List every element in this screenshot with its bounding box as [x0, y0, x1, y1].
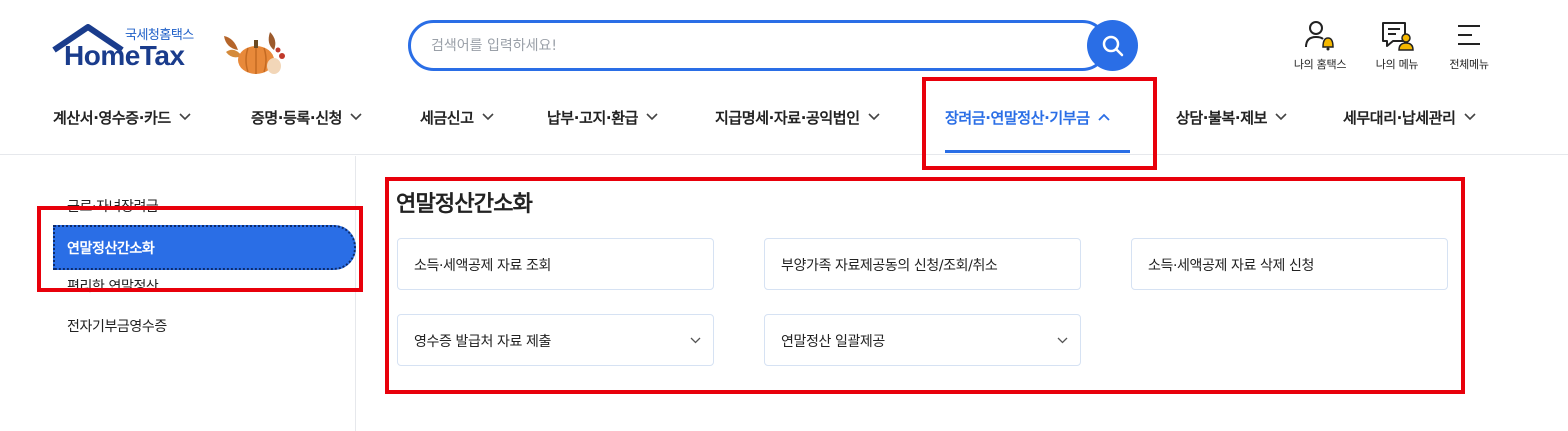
sidebar-item-simplified-service[interactable]: 연말정산간소화 [53, 225, 356, 270]
sidebar-item-donation-receipt[interactable]: 전자기부금영수증 [67, 316, 167, 336]
active-tab-underline [945, 150, 1130, 153]
chevron-down-icon [1463, 113, 1476, 121]
user-bell-icon [1305, 21, 1334, 51]
gnb-item-receipts[interactable]: 계산서·영수증·카드 [53, 102, 191, 132]
gnb-item-label: 납부·고지·환급 [547, 108, 638, 127]
chevron-down-icon [1057, 337, 1068, 344]
chevron-down-icon [179, 113, 191, 121]
menu-card-deduction-lookup[interactable]: 소득·세액공제 자료 조회 [397, 238, 714, 290]
my-menu-label: 나의 메뉴 [1375, 58, 1419, 71]
search-button[interactable] [1087, 20, 1138, 71]
site-header: 국세청홈택스 HomeTax 검색어를 입력하세요! 나의 홈택스 나의 메뉴 … [0, 0, 1568, 155]
card-label: 소득·세액공제 자료 삭제 신청 [1148, 258, 1314, 274]
chevron-down-icon [482, 113, 494, 121]
logo-title: HomeTax [64, 40, 185, 71]
search-icon [1102, 35, 1123, 56]
chevron-down-icon [646, 113, 658, 121]
search-box [408, 20, 1108, 71]
gnb-item-label: 상담·불복·제보 [1176, 108, 1267, 127]
hamburger-icon [1458, 25, 1480, 45]
sidebar-item-earned-income-credit[interactable]: 근로·자녀장려금 [67, 196, 159, 216]
sidebar: 근로·자녀장려금 연말정산간소화 편리한 연말정산 전자기부금영수증 [0, 156, 356, 431]
menu-card-deduction-delete[interactable]: 소득·세액공제 자료 삭제 신청 [1131, 238, 1448, 290]
gnb-item-label: 세금신고 [420, 108, 474, 127]
chevron-down-icon [868, 113, 880, 121]
chevron-up-icon [1097, 113, 1110, 121]
gnb-item-consultation[interactable]: 상담·불복·제보 [1176, 102, 1287, 132]
menu-card-bulk-provision[interactable]: 연말정산 일괄제공 [764, 314, 1081, 366]
card-label: 부양가족 자료제공동의 신청/조회/취소 [781, 258, 998, 274]
menu-card-receipt-submission[interactable]: 영수증 발급처 자료 제출 [397, 314, 714, 366]
gnb-item-label: 증명·등록·신청 [251, 108, 342, 127]
gnb-item-label: 계산서·영수증·카드 [53, 108, 171, 127]
gnb-item-label: 세무대리·납세관리 [1343, 108, 1456, 127]
autumn-pumpkin-icon [224, 32, 285, 74]
menu-card-dependent-consent[interactable]: 부양가족 자료제공동의 신청/조회/취소 [764, 238, 1081, 290]
sidebar-item-label: 연말정산간소화 [67, 241, 155, 257]
gnb-item-tax-return[interactable]: 세금신고 [420, 102, 494, 132]
page-title: 연말정산간소화 [396, 192, 533, 217]
all-menu-button[interactable]: 전체메뉴 [1429, 18, 1509, 72]
gnb-item-certificates[interactable]: 증명·등록·신청 [251, 102, 362, 132]
my-menu-button[interactable]: 나의 메뉴 [1357, 18, 1437, 72]
chevron-down-icon [350, 113, 362, 121]
gnb-item-label: 장려금·연말정산·기부금 [945, 108, 1090, 127]
search-input[interactable] [431, 35, 1071, 57]
chevron-down-icon [1275, 113, 1287, 121]
gnb-item-statements[interactable]: 지급명세·자료·공익법인 [715, 102, 880, 132]
all-menu-label: 전체메뉴 [1449, 58, 1489, 71]
my-hometax-button[interactable]: 나의 홈택스 [1280, 18, 1360, 72]
gnb-item-label: 지급명세·자료·공익법인 [715, 108, 860, 127]
card-label: 연말정산 일괄제공 [781, 334, 885, 350]
my-hometax-label: 나의 홈택스 [1293, 58, 1347, 71]
sidebar-item-convenient-settlement[interactable]: 편리한 연말정산 [67, 276, 159, 296]
chevron-down-icon [690, 337, 701, 344]
gnb-item-tax-agent[interactable]: 세무대리·납세관리 [1343, 102, 1476, 132]
global-nav: 계산서·영수증·카드 증명·등록·신청 세금신고 납부·고지·환급 지급명세·자… [0, 92, 1568, 154]
user-list-icon [1382, 22, 1414, 51]
hometax-logo[interactable]: 국세청홈택스 HomeTax [52, 20, 292, 76]
gnb-item-year-end-settlement[interactable]: 장려금·연말정산·기부금 [945, 102, 1110, 132]
card-label: 소득·세액공제 자료 조회 [414, 258, 551, 274]
gnb-item-payment[interactable]: 납부·고지·환급 [547, 102, 658, 132]
card-label: 영수증 발급처 자료 제출 [414, 334, 551, 350]
